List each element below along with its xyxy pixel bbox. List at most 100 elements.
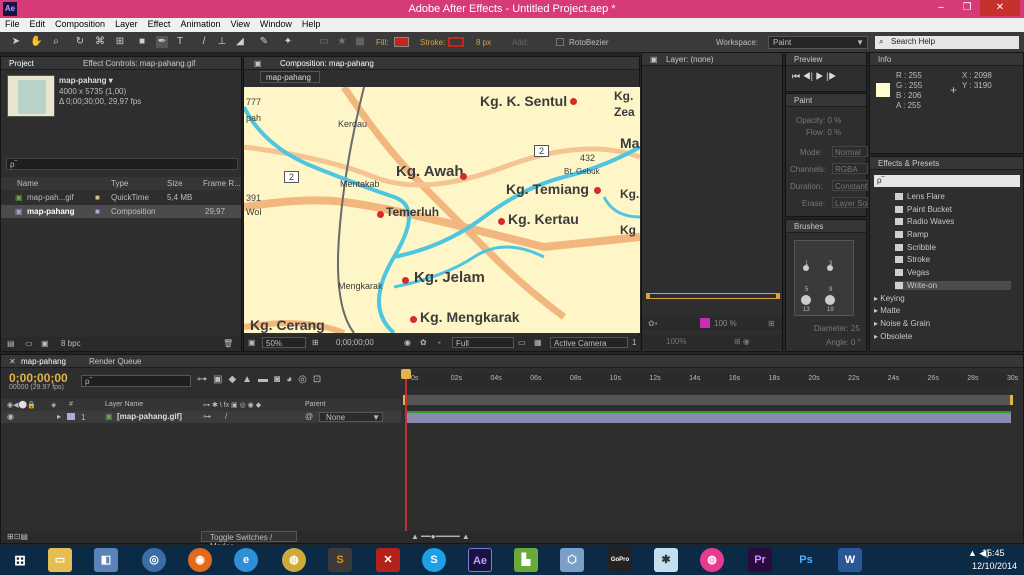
flow-value[interactable]: Flow: 0 %	[806, 128, 841, 137]
selection-tool-icon[interactable]: ➤	[10, 36, 22, 48]
next-frame-icon[interactable]: |▶	[826, 71, 836, 81]
duration-select[interactable]: Constant	[832, 180, 868, 191]
close-tab-icon[interactable]: ✕	[9, 357, 16, 366]
timeline-timecode[interactable]: 0;00;00;00	[9, 371, 68, 385]
work-area-bar[interactable]	[403, 395, 1013, 405]
axis-view-icon[interactable]: ▦	[354, 36, 366, 48]
new-comp-icon[interactable]: ▣	[41, 339, 49, 348]
type-tool-icon[interactable]: T	[174, 36, 186, 48]
tab-project[interactable]: Project	[9, 59, 34, 68]
col-size[interactable]: Size	[167, 179, 183, 188]
playhead-handle[interactable]	[401, 369, 411, 379]
toggle-switches-button[interactable]: Toggle Switches / Modes	[201, 531, 297, 551]
diameter-value[interactable]: Diameter: 25	[814, 324, 860, 333]
tab-timeline[interactable]: map-pahang	[21, 357, 66, 366]
menu-edit[interactable]: Edit	[25, 18, 51, 30]
effect-group[interactable]: ▸ Obsolete	[874, 332, 912, 340]
roto-brush-tool-icon[interactable]: ✎	[258, 36, 270, 48]
filezilla-icon[interactable]: ✕	[376, 548, 400, 572]
fill-swatch[interactable]	[394, 37, 409, 47]
menu-animation[interactable]: Animation	[175, 18, 225, 30]
timeline-search-input[interactable]: ρ‾	[81, 375, 191, 387]
effect-group[interactable]: ▸ Keying	[874, 294, 905, 303]
axis-world-icon[interactable]: ★	[336, 36, 348, 48]
brush-tips-grid[interactable]: 1 3 5 9 13 19	[794, 240, 854, 316]
region-icon[interactable]: ▣	[248, 338, 256, 347]
erase-select[interactable]: Layer Source	[832, 197, 868, 208]
roi-icon[interactable]: ▭	[518, 338, 526, 347]
tab-info[interactable]: Info	[878, 55, 891, 64]
project-search-input[interactable]: ρ‾	[6, 158, 238, 170]
firefox-icon[interactable]: ◉	[188, 548, 212, 572]
effects-search-input[interactable]: ρ‾	[874, 175, 1020, 187]
premiere-icon[interactable]: Pr	[748, 548, 772, 572]
virtualbox-icon[interactable]: ⬡	[560, 548, 584, 572]
camera-select[interactable]: Active Camera	[550, 337, 628, 348]
eraser-tool-icon[interactable]: ◢	[234, 36, 246, 48]
first-frame-icon[interactable]: ⏮	[792, 71, 800, 81]
camera-tool-icon[interactable]: ⌘	[94, 36, 106, 48]
resolution-select[interactable]: Full	[452, 337, 514, 348]
after-effects-icon[interactable]: Ae	[468, 548, 492, 572]
list-item[interactable]: ▣ map-pahang ■ Composition 29,97	[1, 205, 241, 218]
menu-view[interactable]: View	[225, 18, 254, 30]
menu-effect[interactable]: Effect	[143, 18, 176, 30]
word-icon[interactable]: W	[838, 548, 862, 572]
minimize-button[interactable]: ‒	[928, 0, 954, 16]
effect-item[interactable]: Paint Bucket	[895, 205, 952, 214]
parent-select[interactable]: None ▼	[319, 412, 383, 422]
clock-date[interactable]: 12/10/2014	[972, 561, 1017, 571]
clone-stamp-tool-icon[interactable]: ⊥	[216, 36, 228, 48]
brush-tool-icon[interactable]: /	[198, 36, 210, 48]
layer-tools-icon[interactable]: ✿▪	[648, 319, 658, 328]
fraps-icon[interactable]: ◍	[700, 548, 724, 572]
bpc-label[interactable]: 8 bpc	[61, 339, 81, 348]
play-icon[interactable]: ▶	[816, 71, 824, 81]
rotate-tool-icon[interactable]: ↻	[74, 36, 86, 48]
tab-effect-controls[interactable]: Effect Controls: map-pahang.gif	[83, 59, 195, 68]
remote-desktop-icon[interactable]: ✱	[654, 548, 678, 572]
close-button[interactable]: ✕	[980, 0, 1020, 16]
skype-icon[interactable]: S	[422, 548, 446, 572]
zoom-tool-icon[interactable]: ⌕	[50, 36, 62, 48]
timecode-icon[interactable]: ⊞ ◉	[734, 337, 750, 346]
folder-icon[interactable]: ▭	[25, 339, 33, 348]
rotobezier-checkbox[interactable]	[556, 38, 564, 46]
layer-time-ruler[interactable]	[646, 293, 780, 299]
effect-item[interactable]: Stroke	[895, 255, 930, 264]
hand-tool-icon[interactable]: ✋	[30, 36, 42, 48]
current-time-indicator[interactable]	[405, 371, 407, 531]
comp-flowchart-icon[interactable]: ⊞⊡▤	[7, 532, 28, 541]
stroke-swatch[interactable]	[448, 37, 464, 47]
table-row[interactable]: ◉ ▸ 1 ▣ [map-pahang.gif] ⊶ / @ None ▼	[1, 411, 401, 423]
menu-layer[interactable]: Layer	[110, 18, 143, 30]
effect-item[interactable]: Vegas	[895, 268, 929, 277]
photoshop-icon[interactable]: Ps	[794, 548, 818, 572]
col-name[interactable]: Name	[17, 179, 38, 188]
comp-timecode[interactable]: 0;00;00;00	[336, 338, 374, 347]
transparency-icon[interactable]: ▦	[534, 338, 542, 347]
effect-item[interactable]: Write-on	[895, 281, 1011, 290]
col-parent[interactable]: Parent	[305, 401, 326, 408]
tab-render-queue[interactable]: Render Queue	[89, 357, 141, 366]
layer-zoom[interactable]: 100 %	[714, 319, 737, 328]
gopro-icon[interactable]: GoPro	[608, 548, 632, 572]
list-item[interactable]: ▣ map-pah...gif ■ QuickTime 5,4 MB	[1, 191, 241, 204]
tab-preview[interactable]: Preview	[794, 55, 822, 64]
map-viewer[interactable]: Kg. K. Sentul Kg. Zea Kerdau Kg. Awah Kg…	[244, 87, 640, 333]
layer-duration-bar[interactable]	[405, 411, 1011, 423]
tab-composition[interactable]: Composition: map-pahang	[280, 59, 374, 68]
pan-behind-tool-icon[interactable]: ⊞	[114, 36, 126, 48]
interpret-icon[interactable]: ▤	[7, 339, 15, 348]
layer-zoom-2[interactable]: 100%	[666, 337, 686, 346]
grid-icon[interactable]: ⊞	[312, 338, 319, 347]
axis-local-icon[interactable]: ▭	[318, 36, 330, 48]
effect-group[interactable]: ▸ Noise & Grain	[874, 319, 930, 328]
menu-composition[interactable]: Composition	[50, 18, 110, 30]
snapshot-icon[interactable]: ◉	[404, 338, 411, 347]
workspace-select[interactable]: Paint ▼	[768, 36, 868, 49]
angle-value[interactable]: Angle: 0 °	[826, 338, 861, 347]
comp-breadcrumb[interactable]: map-pahang	[260, 71, 320, 83]
stroke-size[interactable]: 8 px	[476, 38, 491, 47]
clock-time[interactable]: 15:45	[982, 548, 1005, 558]
